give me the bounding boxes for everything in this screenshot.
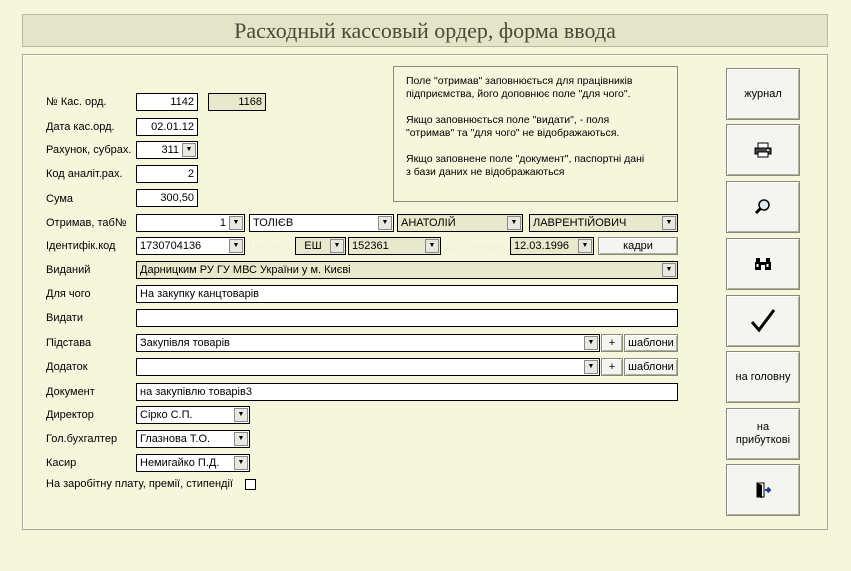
label-passport: Паспорт <box>249 240 292 252</box>
dropdown-arrow-icon[interactable]: ▼ <box>229 216 243 230</box>
basis-templates-button[interactable]: шаблони <box>624 334 678 352</box>
appendix-templates-button[interactable]: шаблони <box>624 358 678 376</box>
dropdown-arrow-icon[interactable]: ▼ <box>234 456 248 470</box>
journal-button[interactable]: журнал <box>726 68 800 120</box>
dropdown-arrow-icon[interactable]: ▼ <box>234 408 248 422</box>
label-document: Документ <box>46 386 95 398</box>
label-appendix: Додаток <box>46 361 88 373</box>
form-title: Расходный кассовый ордер, форма ввода <box>22 14 828 47</box>
label-recipient: Отримав, таб№ <box>46 217 127 229</box>
label-basis: Підстава <box>46 337 92 349</box>
dropdown-arrow-icon[interactable]: ▼ <box>330 239 344 253</box>
analytic-code-field[interactable]: 2 <box>136 165 198 183</box>
exit-door-icon <box>756 482 772 498</box>
binoculars-icon <box>755 258 771 270</box>
note-paragraph-2: Якщо заповнюється поле "видати", - поля … <box>406 114 620 139</box>
dropdown-arrow-icon[interactable]: ▼ <box>229 239 243 253</box>
cashier-value: Немигайко П.Д. <box>140 457 220 469</box>
order-date-field[interactable]: 02.01.12 <box>136 118 198 136</box>
ident-code-value: 1730704136 <box>140 240 202 252</box>
dropdown-arrow-icon[interactable]: ▼ <box>584 336 598 350</box>
salary-checkbox[interactable] <box>245 479 256 490</box>
note-paragraph-3: Якщо заповнене поле "документ", паспортн… <box>406 153 645 178</box>
label-cashier: Касир <box>46 457 77 469</box>
basis-value: Закупівля товарів <box>140 337 230 349</box>
issued-by-value: Дарницким РУ ГУ МВС України у м. Києві <box>140 264 351 276</box>
patronymic-value: ЛАВРЕНТІЙОВИЧ <box>533 217 627 229</box>
label-director: Директор <box>46 409 94 421</box>
label-pay-to: Видати <box>46 312 83 324</box>
director-value: Сірко С.П. <box>140 409 193 421</box>
dropdown-arrow-icon[interactable]: ▼ <box>662 263 676 277</box>
passport-number-select[interactable]: 152361 ▼ <box>348 237 441 255</box>
issue-date-select[interactable]: 12.03.1996 ▼ <box>510 237 594 255</box>
surname-select[interactable]: ТОЛІЄВ ▼ <box>249 214 394 232</box>
magnifier-icon <box>754 199 770 215</box>
label-purpose: Для чого <box>46 288 91 300</box>
label-account: Рахунок, субрах. <box>46 144 132 156</box>
account-value: 311 <box>161 144 179 156</box>
find-button[interactable] <box>726 238 800 290</box>
label-order-date: Дата кас.орд. <box>46 121 115 133</box>
dropdown-arrow-icon[interactable]: ▼ <box>378 216 392 230</box>
passport-series-value: ЕШ <box>304 240 322 252</box>
exit-button[interactable] <box>726 464 800 516</box>
label-chief-accountant: Гол.бухгалтер <box>46 433 118 445</box>
purpose-field[interactable]: На закупку канцтоварів <box>136 285 678 303</box>
basis-add-button[interactable]: + <box>601 334 623 352</box>
dropdown-arrow-icon[interactable]: ▼ <box>234 432 248 446</box>
label-salary-checkbox: На заробітну плату, премії, стипендії <box>46 478 233 490</box>
note-paragraph-1: Поле "отримав" заповнюється для працівни… <box>406 75 633 100</box>
surname-value: ТОЛІЄВ <box>253 217 294 229</box>
ident-code-select[interactable]: 1730704136 ▼ <box>136 237 245 255</box>
label-order-no: № Кас. орд. <box>46 96 107 108</box>
director-select[interactable]: Сірко С.П. ▼ <box>136 406 250 424</box>
issue-date-value: 12.03.1996 <box>514 240 570 252</box>
chief-accountant-select[interactable]: Глазнова Т.О. ▼ <box>136 430 250 448</box>
dropdown-arrow-icon[interactable]: ▼ <box>584 360 598 374</box>
print-button[interactable] <box>726 124 800 176</box>
basis-select[interactable]: Закупівля товарів ▼ <box>136 334 600 352</box>
passport-series-select[interactable]: ЕШ ▼ <box>295 237 346 255</box>
account-select[interactable]: 311 ▼ <box>136 141 198 159</box>
first-name-value: АНАТОЛІЙ <box>401 217 456 229</box>
to-receipts-button[interactable]: на прибуткові <box>726 408 800 460</box>
label-issued-by: Виданий <box>46 264 91 276</box>
label-ident-code: Ідентифік.код <box>46 240 116 252</box>
recipient-tab-select[interactable]: 1 ▼ <box>136 214 245 232</box>
appendix-add-button[interactable]: + <box>601 358 623 376</box>
chief-accountant-value: Глазнова Т.О. <box>140 433 211 445</box>
dropdown-arrow-icon[interactable]: ▼ <box>425 239 439 253</box>
dropdown-arrow-icon[interactable]: ▼ <box>578 239 592 253</box>
pay-to-field[interactable] <box>136 309 678 327</box>
issued-by-select[interactable]: Дарницким РУ ГУ МВС України у м. Києві ▼ <box>136 261 678 279</box>
patronymic-select[interactable]: ЛАВРЕНТІЙОВИЧ ▼ <box>529 214 678 232</box>
info-note: Поле "отримав" заповнюється для працівни… <box>393 66 678 202</box>
recipient-tab-value: 1 <box>219 217 226 229</box>
to-main-button[interactable]: на головну <box>726 351 800 403</box>
order-no-secondary-field: 1168 <box>208 93 266 111</box>
confirm-button[interactable] <box>726 295 800 347</box>
label-issue-date: Дата видачі <box>445 240 505 252</box>
staff-button[interactable]: кадри <box>598 237 678 255</box>
dropdown-arrow-icon[interactable]: ▼ <box>507 216 521 230</box>
checkmark-icon <box>750 309 776 333</box>
label-sum: Сума <box>46 193 74 205</box>
appendix-select[interactable]: ▼ <box>136 358 600 376</box>
sum-field[interactable]: 300,50 <box>136 189 198 207</box>
document-field[interactable]: на закупівлю товарів3 <box>136 383 678 401</box>
dropdown-arrow-icon[interactable]: ▼ <box>182 143 196 157</box>
label-analytic-code: Код аналіт.рах. <box>46 168 123 180</box>
first-name-select[interactable]: АНАТОЛІЙ ▼ <box>397 214 523 232</box>
printer-icon <box>754 142 772 158</box>
dropdown-arrow-icon[interactable]: ▼ <box>662 216 676 230</box>
order-no-field[interactable]: 1142 <box>136 93 198 111</box>
cashier-select[interactable]: Немигайко П.Д. ▼ <box>136 454 250 472</box>
passport-number-value: 152361 <box>352 240 389 252</box>
search-button[interactable] <box>726 181 800 233</box>
